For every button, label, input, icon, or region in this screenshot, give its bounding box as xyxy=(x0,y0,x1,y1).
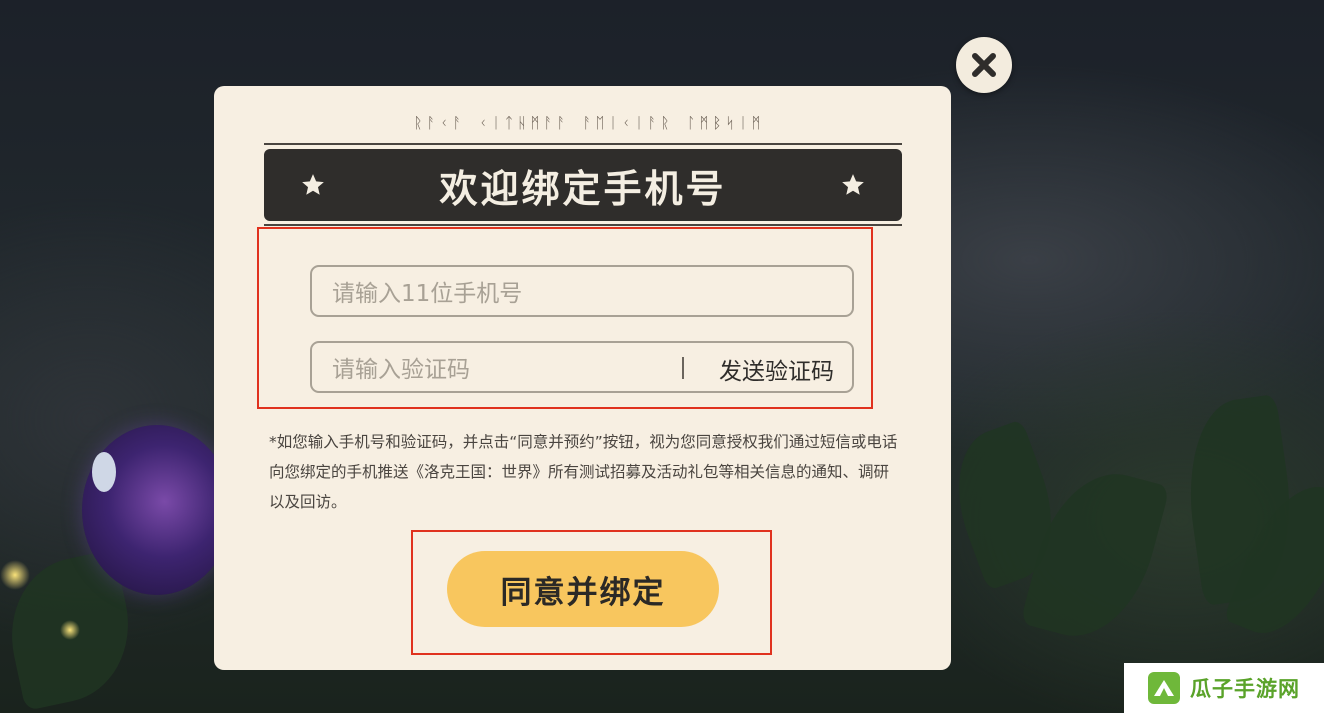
code-input[interactable]: 请输入验证码 发送验证码 xyxy=(310,341,854,393)
creature-eye xyxy=(92,452,116,492)
close-icon xyxy=(972,53,996,77)
rune-decoration-text: ᚱᚨᚲᚨ ᚲᛁᛏᚺᛗᚨᚨ ᚨᛖᛁᚲᛁᚨᚱ ᛚᛗᛒᛋᛁᛗ xyxy=(413,114,765,132)
code-input-placeholder: 请输入验证码 xyxy=(332,357,470,383)
bind-phone-dialog: ᚱᚨᚲᚨ ᚲᛁᛏᚺᛗᚨᚨ ᚨᛖᛁᚲᛁᚨᚱ ᛚᛗᛒᛋᛁᛗ 欢迎绑定手机号 请输入1… xyxy=(214,86,951,670)
dialog-title: 欢迎绑定手机号 xyxy=(439,166,727,211)
star-icon xyxy=(302,174,324,195)
star-icon xyxy=(842,174,864,195)
send-code-divider xyxy=(682,357,684,379)
bottom-divider xyxy=(264,224,902,226)
agree-and-bind-button[interactable]: 同意并绑定 xyxy=(447,551,719,627)
top-divider xyxy=(264,143,902,145)
phone-input[interactable]: 请输入11位手机号 xyxy=(310,265,854,317)
consent-notice: *如您输入手机号和验证码，并点击“同意并预约”按钮，视为您同意授权我们通过短信或… xyxy=(269,433,898,511)
site-watermark: 瓜子手游网 xyxy=(1124,663,1324,713)
leaf-logo-icon xyxy=(1148,672,1180,704)
send-code-button[interactable]: 发送验证码 xyxy=(719,352,834,386)
title-banner: 欢迎绑定手机号 xyxy=(264,149,902,221)
phone-input-placeholder: 请输入11位手机号 xyxy=(332,281,523,307)
purple-creature xyxy=(82,425,232,595)
close-button[interactable] xyxy=(956,37,1012,93)
watermark-text: 瓜子手游网 xyxy=(1190,677,1300,701)
agree-and-bind-label: 同意并绑定 xyxy=(500,574,666,611)
